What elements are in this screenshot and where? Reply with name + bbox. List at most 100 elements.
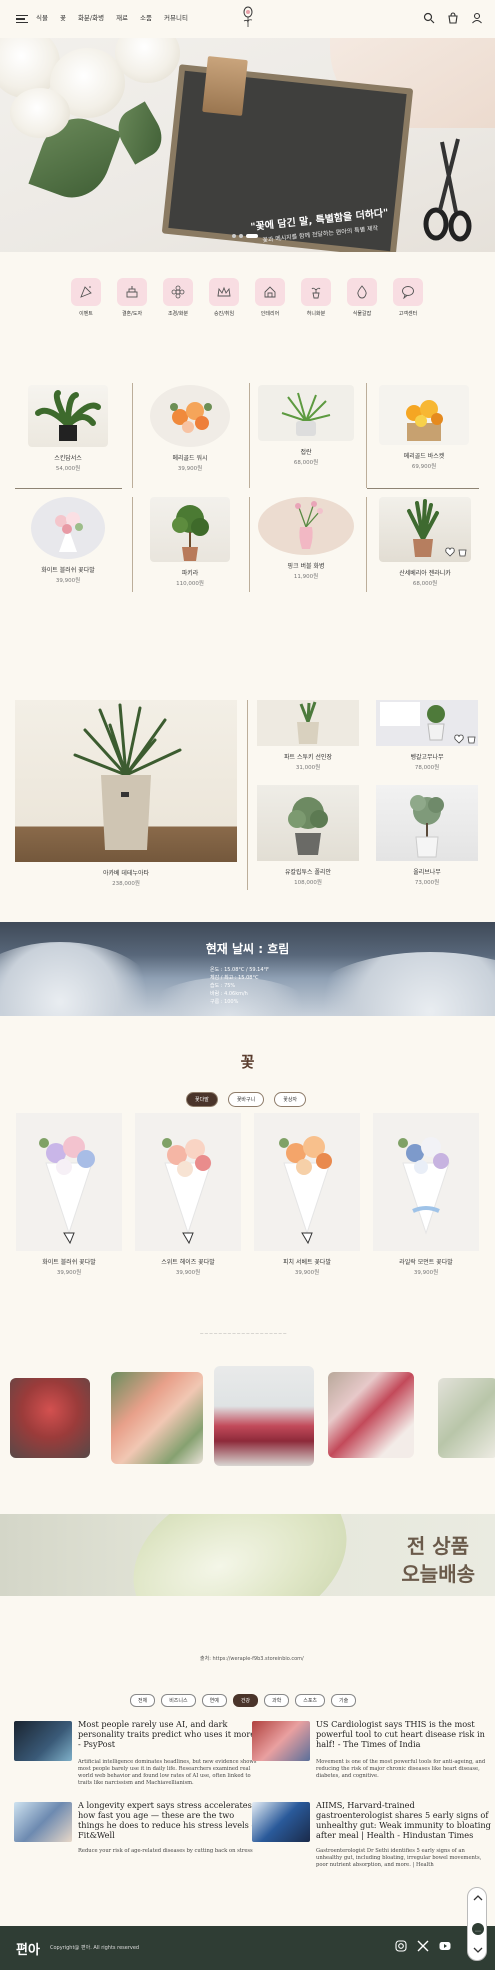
source-link[interactable]: 출처: https://weraple-f9b3.storeinbio.com/ [200, 1655, 304, 1662]
chat-bubble-icon[interactable]: … [471, 1922, 485, 1936]
tab-sports[interactable]: 스포츠 [295, 1694, 326, 1707]
cart-icon[interactable] [447, 12, 459, 24]
product-image[interactable] [257, 785, 359, 861]
nav-item[interactable]: 꽃 [60, 12, 66, 22]
carousel-image[interactable] [438, 1378, 495, 1458]
nav-item[interactable]: 화분/화병 [78, 12, 104, 22]
chevron-up-icon[interactable] [473, 1894, 483, 1902]
tab-health[interactable]: 건강 [232, 1694, 259, 1707]
tab-entertainment[interactable]: 연예 [201, 1694, 227, 1707]
tab-business[interactable]: 비즈니스 [161, 1694, 196, 1707]
category-landscape[interactable]: 조경/화분 [162, 278, 194, 317]
category-label: 인테리어 [260, 311, 280, 317]
logo-icon[interactable] [240, 6, 256, 28]
product-image[interactable] [135, 1113, 241, 1251]
slider-dot[interactable] [232, 234, 236, 238]
product-card[interactable]: 피치 서베트 꽃다발 39,900원 [254, 1113, 360, 1276]
news-thumbnail[interactable] [252, 1721, 310, 1761]
product-image[interactable] [28, 385, 108, 447]
user-icon[interactable] [471, 12, 483, 24]
product-card[interactable]: 파트 스투키 선인장 31,000원 [255, 700, 361, 771]
weather-temp: 온도 : 15.08°C / 59.14°F [210, 967, 269, 973]
product-image[interactable] [150, 385, 230, 447]
carousel-image[interactable] [328, 1372, 414, 1458]
news-title[interactable]: A longevity expert says stress accelerat… [78, 1800, 258, 1840]
search-icon[interactable] [423, 12, 435, 24]
tab-bouquet[interactable]: 꽃다발 [186, 1092, 218, 1107]
product-card[interactable]: 화이트 블러쉬 꽃다발 39,900원 [16, 1113, 122, 1276]
product-card[interactable]: 화이트 블러쉬 꽃다발 39,900원 [18, 497, 118, 584]
product-card[interactable]: 벵갈고무나무 78,000원 [374, 700, 480, 771]
slider-dots[interactable] [232, 234, 258, 238]
news-title[interactable]: AIIMS, Harvard-trained gastroenterologis… [316, 1800, 491, 1840]
product-card-featured[interactable]: 아카베 데테누아타 238,000원 [15, 700, 237, 887]
category-honey-pot[interactable]: 허니화분 [300, 278, 332, 317]
product-card[interactable]: 스위트 헤이즈 꽃다발 39,900원 [135, 1113, 241, 1276]
category-support[interactable]: 고객센터 [392, 278, 424, 317]
nav-item[interactable]: 커뮤니티 [164, 12, 188, 22]
tab-tech[interactable]: 기술 [331, 1694, 357, 1707]
product-image[interactable] [379, 385, 469, 445]
product-card[interactable]: 핑크 버블 화병 11,900원 [256, 497, 356, 580]
product-image[interactable] [257, 700, 359, 746]
product-image[interactable] [376, 700, 478, 746]
product-card[interactable]: 라일락 모먼트 꽃다발 39,900원 [373, 1113, 479, 1276]
tab-science[interactable]: 과학 [264, 1694, 290, 1707]
slider-dot[interactable] [239, 234, 243, 238]
news-article[interactable]: A longevity expert says stress accelerat… [14, 1800, 254, 1870]
news-title[interactable]: US Cardiologist says THIS is the most po… [316, 1719, 491, 1749]
product-image[interactable] [254, 1113, 360, 1251]
slider-dot-active[interactable] [246, 234, 258, 238]
product-card[interactable]: 산세베리아 젠라니카 68,000원 [372, 497, 478, 587]
category-event[interactable]: 이벤트 [70, 278, 102, 317]
product-image[interactable] [376, 785, 478, 861]
product-card[interactable]: 메리골드 워시 39,900원 [140, 385, 240, 472]
carousel-image[interactable] [111, 1372, 203, 1464]
promo-banner[interactable]: 전 상품 오늘배송 [0, 1514, 495, 1596]
product-card[interactable]: 스킨답서스 54,000원 [18, 385, 118, 472]
product-image[interactable] [150, 497, 230, 562]
tab-box[interactable]: 꽃상자 [274, 1092, 307, 1107]
weather-wind: 바람 : 4.06km/h [210, 991, 248, 997]
product-card[interactable]: 접란 68,000원 [256, 385, 356, 466]
product-image[interactable] [379, 497, 471, 562]
category-label: 승진/취임 [213, 311, 235, 317]
news-thumbnail[interactable] [14, 1802, 72, 1842]
chevron-down-icon[interactable] [473, 1946, 483, 1954]
news-thumbnail[interactable] [252, 1802, 310, 1842]
menu-icon[interactable] [16, 15, 28, 23]
product-card[interactable]: 유칼립투스 폴리안 108,000원 [255, 785, 361, 886]
carousel-image[interactable] [10, 1378, 90, 1458]
news-article[interactable]: AIIMS, Harvard-trained gastroenterologis… [252, 1800, 491, 1872]
category-interior[interactable]: 인테리어 [254, 278, 286, 317]
product-card[interactable]: 파키라 110,000원 [140, 497, 240, 587]
news-title[interactable]: Most people rarely use AI, and dark pers… [78, 1719, 258, 1749]
category-promotion[interactable]: 승진/취임 [208, 278, 240, 317]
youtube-icon[interactable] [439, 1940, 451, 1952]
tab-basket[interactable]: 꽃바구니 [227, 1092, 265, 1107]
x-icon[interactable] [417, 1940, 429, 1952]
product-image[interactable] [373, 1113, 479, 1251]
instagram-icon[interactable] [395, 1940, 407, 1952]
footer-logo[interactable]: 편아 [16, 1939, 40, 1958]
tab-all[interactable]: 전체 [130, 1694, 156, 1707]
category-plant-care[interactable]: 식물갈잡 [346, 278, 378, 317]
news-thumbnail[interactable] [14, 1721, 72, 1761]
chat-icon [402, 286, 414, 299]
hero-banner[interactable]: "꽃에 담긴 말, 특별함을 더하다" 꽃과 메시지를 함께 전달하는 편아의 … [0, 38, 495, 252]
nav-item[interactable]: 식물 [36, 12, 48, 22]
news-article[interactable]: Most people rarely use AI, and dark pers… [14, 1719, 256, 1797]
product-image[interactable] [258, 497, 354, 555]
product-image[interactable] [15, 700, 237, 862]
product-card[interactable]: 메리골드 바스켓 69,900원 [374, 385, 474, 470]
nav-item[interactable]: 소품 [140, 12, 152, 22]
product-image[interactable] [258, 385, 354, 441]
carousel-image-active[interactable] [214, 1366, 314, 1466]
news-article[interactable]: US Cardiologist says THIS is the most po… [252, 1719, 485, 1797]
category-wedding[interactable]: 결혼/도자 [116, 278, 148, 317]
product-card[interactable]: 올리브나무 73,000원 [374, 785, 480, 886]
product-image[interactable] [16, 1113, 122, 1251]
product-image[interactable] [31, 497, 105, 559]
product-name: 화이트 블러쉬 꽃다발 [41, 567, 95, 574]
nav-item[interactable]: 재료 [116, 12, 128, 22]
